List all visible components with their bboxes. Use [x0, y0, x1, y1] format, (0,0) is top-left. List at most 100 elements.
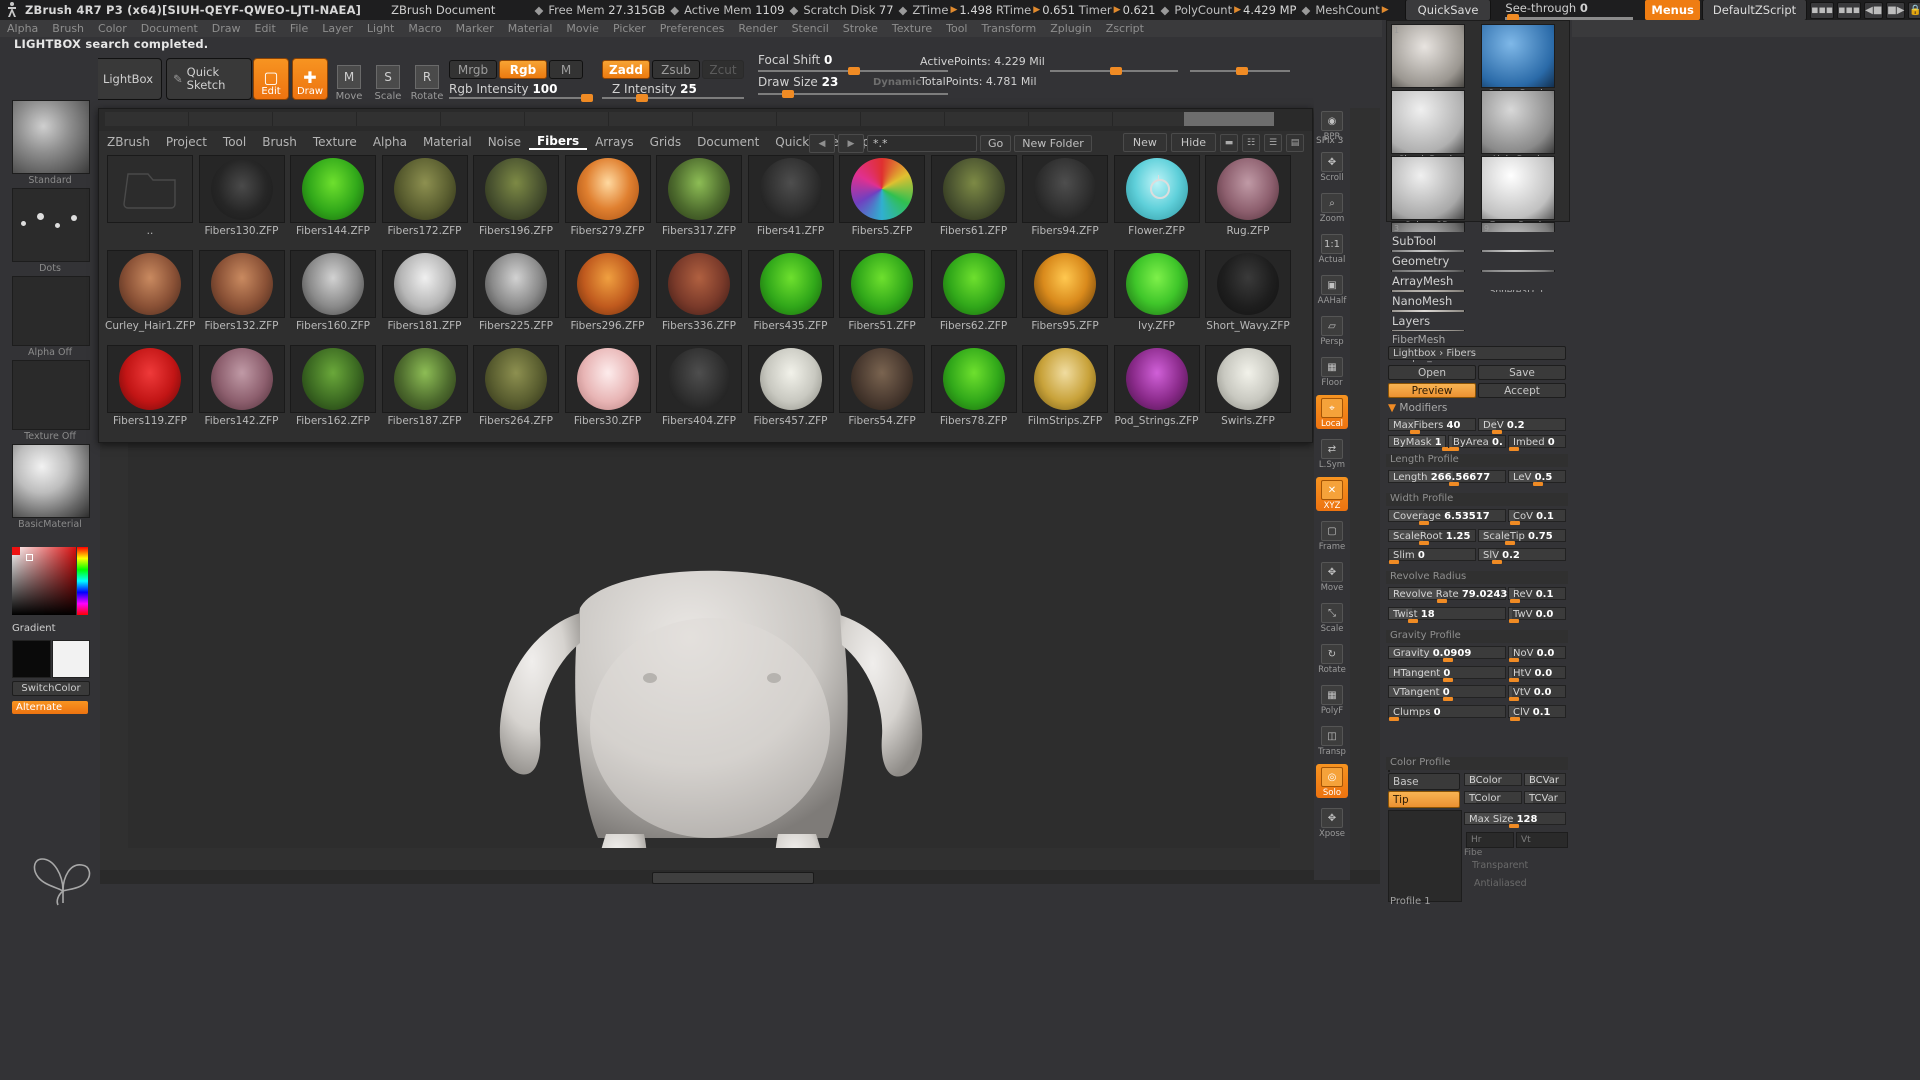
lightbox-item-thumbnail[interactable] — [1205, 155, 1291, 223]
slider-clumps[interactable]: Clumps 0 — [1388, 705, 1506, 721]
lightbox-item-thumbnail[interactable] — [473, 345, 559, 413]
lightbox-item-thumbnail[interactable] — [381, 250, 468, 318]
menu-item-stroke[interactable]: Stroke — [836, 20, 885, 37]
white-swatch[interactable] — [52, 640, 90, 678]
shelf-slider-a-knob[interactable] — [1110, 67, 1122, 75]
lightbox-item-thumbnail[interactable] — [473, 155, 559, 223]
slider-knob[interactable] — [1410, 430, 1421, 434]
lightbox-item[interactable]: Fibers225.ZFP — [471, 250, 561, 332]
lightbox-item-thumbnail[interactable] — [747, 250, 834, 318]
menu-item-layer[interactable]: Layer — [315, 20, 360, 37]
lightbox-tab-tool[interactable]: Tool — [215, 135, 254, 149]
lightbox-new-folder-button[interactable]: New Folder — [1014, 135, 1092, 152]
lightbox-item-thumbnail[interactable] — [656, 345, 742, 413]
slider-knob[interactable] — [1407, 619, 1418, 623]
lightbox-item[interactable]: Fibers30.ZFP — [563, 345, 653, 427]
lightbox-item[interactable]: Fibers162.ZFP — [288, 345, 378, 427]
lightbox-item-thumbnail[interactable] — [1205, 250, 1291, 318]
profile-preview[interactable] — [1388, 810, 1462, 902]
lightbox-item-thumbnail[interactable] — [930, 345, 1017, 413]
toolbar-actual[interactable]: 1:1 Actual — [1316, 231, 1348, 265]
slider-byarea[interactable]: ByArea 0. — [1448, 435, 1506, 451]
slider-knob[interactable] — [1509, 717, 1520, 721]
texture-swatch[interactable] — [12, 360, 90, 430]
lightbox-item-thumbnail[interactable] — [290, 155, 376, 223]
accept-button[interactable]: Accept — [1478, 383, 1566, 398]
lightbox-item-thumbnail[interactable] — [839, 155, 925, 223]
lightbox-item-thumbnail[interactable] — [1113, 345, 1200, 413]
lightbox-tab-arrays[interactable]: Arrays — [587, 135, 642, 149]
toolbar-xpose[interactable]: ✥ Xpose — [1316, 805, 1348, 839]
toolbar-rotate[interactable]: ↻ Rotate — [1316, 641, 1348, 675]
slider-vtangent[interactable]: VTangent 0 — [1388, 685, 1506, 701]
lightbox-item[interactable]: .. — [105, 155, 195, 237]
section-arraymesh[interactable]: ArrayMesh — [1386, 272, 1568, 290]
slider-knob[interactable] — [1419, 541, 1430, 545]
lightbox-tab-brush[interactable]: Brush — [254, 135, 305, 149]
tool-thumbnail[interactable]: SimpleBrush — [1391, 90, 1465, 165]
toolbar-xyz[interactable]: ✕ XYZ — [1316, 477, 1348, 511]
lightbox-item[interactable]: Fibers457.ZFP — [746, 345, 836, 427]
section-subtool[interactable]: SubTool — [1386, 232, 1568, 250]
draw-size-slider[interactable] — [758, 90, 948, 98]
stroke-swatch[interactable] — [12, 188, 90, 262]
lock-icon[interactable]: 🔒 — [1908, 1, 1920, 19]
dock-right-icon[interactable]: ■▶ — [1886, 1, 1906, 19]
scale-button[interactable]: S Scale — [369, 58, 407, 102]
vt-field[interactable]: Vt — [1516, 832, 1568, 848]
brush-swatch[interactable] — [12, 100, 90, 174]
zadd-button[interactable]: Zadd — [602, 60, 650, 79]
lightbox-item-thumbnail[interactable] — [107, 155, 193, 223]
slider-imbed[interactable]: Imbed 0 — [1508, 435, 1566, 451]
slider-bymask[interactable]: ByMask 1 — [1388, 435, 1452, 451]
lightbox-item-thumbnail[interactable] — [839, 345, 925, 413]
switch-color-button[interactable]: SwitchColor — [12, 681, 90, 696]
lightbox-item-thumbnail[interactable] — [564, 155, 651, 223]
save-button[interactable]: Save — [1478, 365, 1566, 380]
document-scrollbar[interactable] — [100, 870, 1380, 884]
lightbox-item-thumbnail[interactable] — [198, 155, 285, 223]
material-swatch[interactable] — [12, 444, 90, 518]
lightbox-item[interactable]: Fibers78.ZFP — [929, 345, 1019, 427]
lightbox-item-thumbnail[interactable] — [839, 250, 925, 318]
lightbox-item[interactable]: Fibers132.ZFP — [197, 250, 287, 332]
hue-strip[interactable] — [77, 547, 88, 615]
lightbox-item-thumbnail[interactable] — [473, 250, 559, 318]
lightbox-tab-zbrush[interactable]: ZBrush — [99, 135, 158, 149]
draw-button[interactable]: ✚ Draw — [292, 58, 328, 100]
slider-nov[interactable]: NoV 0.0 — [1508, 646, 1566, 662]
lightbox-item[interactable]: Fibers296.ZFP — [563, 250, 653, 332]
lightbox-item[interactable]: Fibers51.ZFP — [837, 250, 927, 332]
lightbox-tab-alpha[interactable]: Alpha — [365, 135, 415, 149]
draw-size-knob[interactable] — [782, 90, 794, 98]
lightbox-item-thumbnail[interactable] — [656, 250, 742, 318]
view-medium-icon[interactable]: ☷ — [1242, 133, 1260, 152]
lightbox-item-thumbnail[interactable] — [290, 250, 376, 318]
lightbox-item-thumbnail[interactable] — [198, 345, 285, 413]
lightbox-item[interactable]: Fibers94.ZFP — [1020, 155, 1110, 237]
view-small-icon[interactable]: ▬ — [1220, 133, 1238, 152]
slider-htv[interactable]: HtV 0.0 — [1508, 666, 1566, 682]
lightbox-button[interactable]: LightBox — [94, 58, 162, 100]
focal-shift-slider[interactable] — [758, 67, 948, 75]
lightbox-item[interactable]: Fibers279.ZFP — [563, 155, 653, 237]
lightbox-tab-noise[interactable]: Noise — [480, 135, 529, 149]
tool-thumbnail[interactable]: 1super_hero — [1391, 24, 1465, 99]
fibermesh-breadcrumb[interactable]: Lightbox › Fibers — [1388, 346, 1566, 360]
lightbox-item[interactable]: Ivy.ZFP — [1112, 250, 1202, 332]
toolbar-move[interactable]: ✥ Move — [1316, 559, 1348, 593]
lightbox-item-thumbnail[interactable] — [747, 155, 834, 223]
z-intensity-knob[interactable] — [636, 94, 648, 102]
see-through-control[interactable]: See-through 0 — [1505, 1, 1634, 23]
lightbox-item[interactable]: Fibers264.ZFP — [471, 345, 561, 427]
menu-item-draw[interactable]: Draw — [205, 20, 248, 37]
tip-color-button[interactable]: Tip — [1388, 791, 1460, 808]
focal-shift-knob[interactable] — [848, 67, 860, 75]
menu-item-transform[interactable]: Transform — [975, 20, 1044, 37]
slider-coverage[interactable]: Coverage 6.53517 — [1388, 509, 1506, 525]
lightbox-item[interactable]: Fibers61.ZFP — [929, 155, 1019, 237]
scroll-left-icon[interactable]: ◾◾◾ — [1810, 1, 1835, 19]
slider-length[interactable]: Length 266.56677 — [1388, 470, 1506, 486]
lightbox-item-thumbnail[interactable] — [1022, 250, 1108, 318]
tool-thumbnail[interactable]: SphereBrush — [1481, 24, 1555, 99]
